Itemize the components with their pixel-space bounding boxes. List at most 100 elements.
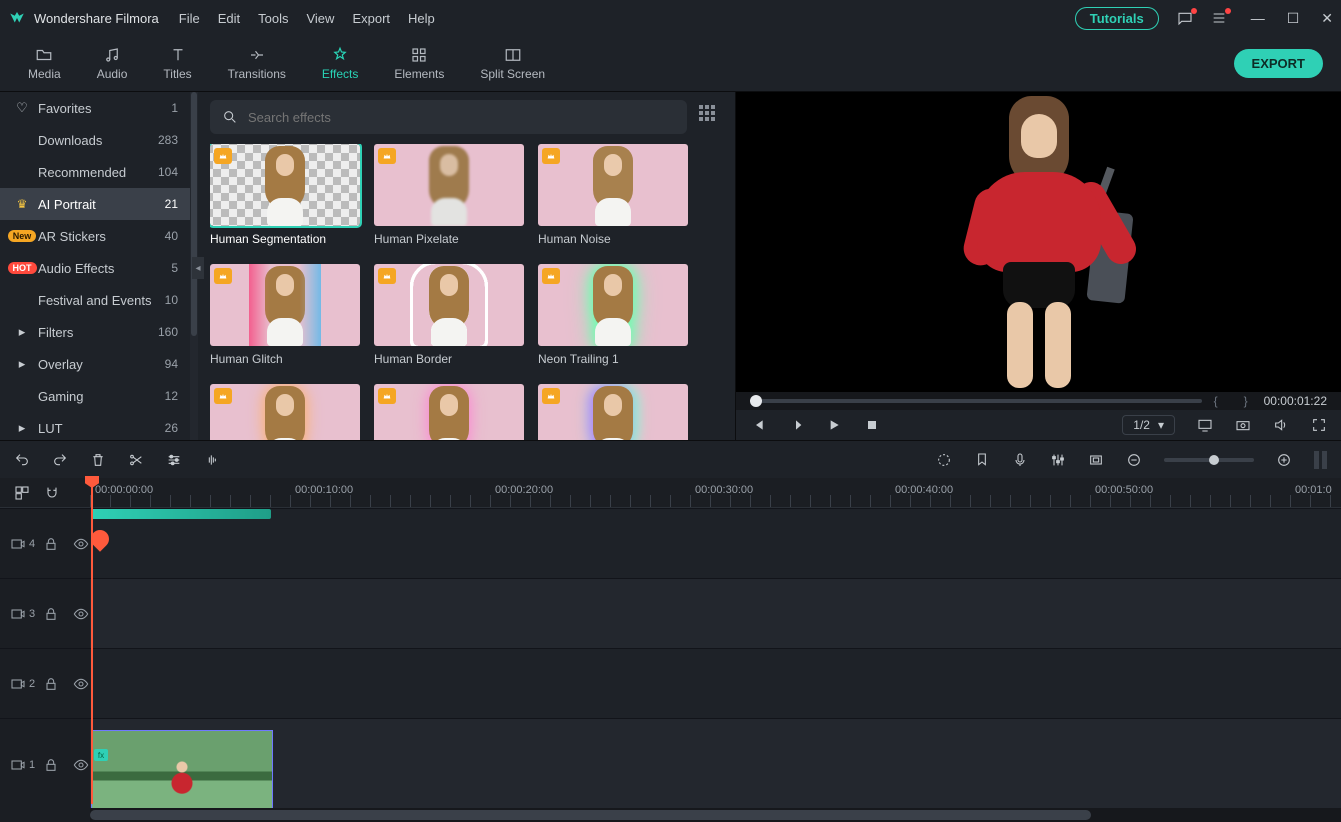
sidebar-collapse-handle[interactable]: ◂ [192, 257, 204, 279]
export-button[interactable]: EXPORT [1234, 49, 1323, 78]
track-lane-2[interactable] [90, 648, 1341, 718]
effect-card[interactable]: Human Pixelate [374, 144, 524, 246]
menu-tools[interactable]: Tools [258, 11, 288, 26]
eye-icon[interactable] [73, 676, 89, 692]
tab-elements[interactable]: Elements [376, 36, 462, 91]
eye-icon[interactable] [73, 606, 89, 622]
window-close-icon[interactable]: ✕ [1321, 10, 1333, 27]
effects-sidebar: ♡Favorites1 Downloads283 Recommended104 … [0, 92, 198, 440]
tab-elements-label: Elements [394, 67, 444, 81]
track-lane-3[interactable] [90, 578, 1341, 648]
sidebar-item-ai-portrait[interactable]: ♛AI Portrait21 [0, 188, 190, 220]
zoom-slider-handle[interactable] [1209, 455, 1219, 465]
effect-card[interactable]: Human Glitch [210, 264, 360, 366]
sidebar-item-favorites[interactable]: ♡Favorites1 [0, 92, 190, 124]
zoom-in-icon[interactable] [1276, 452, 1292, 468]
seek-track[interactable] [750, 399, 1202, 403]
edit-properties-icon[interactable] [166, 452, 182, 468]
lock-icon[interactable] [43, 676, 59, 692]
seek-handle[interactable] [750, 395, 762, 407]
menu-edit[interactable]: Edit [218, 11, 240, 26]
tab-media[interactable]: Media [10, 36, 79, 91]
marker-icon[interactable] [974, 452, 990, 468]
track-lane-4[interactable] [90, 508, 1341, 578]
fullscreen-icon[interactable] [1311, 417, 1327, 433]
chevron-down-icon: ▾ [1158, 418, 1164, 432]
window-minimize-icon[interactable]: — [1251, 10, 1265, 27]
preview-viewport[interactable] [736, 92, 1341, 392]
tab-effects[interactable]: Effects [304, 36, 376, 91]
eye-icon[interactable] [73, 536, 89, 552]
timeline-scrollbar[interactable] [90, 808, 1341, 822]
stop-button[interactable] [864, 417, 880, 433]
lock-icon[interactable] [43, 606, 59, 622]
crop-icon[interactable] [1088, 452, 1104, 468]
effect-card[interactable]: Human Segmentation [210, 144, 360, 246]
play-pause-button[interactable] [788, 417, 804, 433]
menu-export[interactable]: Export [352, 11, 390, 26]
render-preview-icon[interactable] [936, 452, 952, 468]
preview-quality-select[interactable]: 1/2▾ [1122, 415, 1175, 435]
tab-audio[interactable]: Audio [79, 36, 146, 91]
tab-transitions-label: Transitions [228, 67, 286, 81]
effect-card[interactable]: Human Border [374, 264, 524, 366]
prev-frame-button[interactable] [750, 417, 766, 433]
eye-icon[interactable] [73, 757, 89, 773]
premium-badge-icon [214, 268, 232, 284]
in-out-markers-icon[interactable]: { } [1214, 394, 1252, 408]
tab-transitions[interactable]: Transitions [210, 36, 304, 91]
menu-view[interactable]: View [306, 11, 334, 26]
volume-icon[interactable] [1273, 417, 1289, 433]
snapshot-icon[interactable] [1235, 417, 1251, 433]
tab-split-screen[interactable]: Split Screen [462, 36, 563, 91]
sidebar-item-ar-stickers[interactable]: NewAR Stickers40 [0, 220, 190, 252]
premium-badge-icon [542, 268, 560, 284]
premium-badge-icon [542, 388, 560, 404]
tutorials-button[interactable]: Tutorials [1075, 7, 1159, 30]
delete-icon[interactable] [90, 452, 106, 468]
redo-icon[interactable] [52, 452, 68, 468]
sidebar-item-lut[interactable]: ▸LUT26 [0, 412, 190, 440]
zoom-to-fit-icon[interactable] [1314, 451, 1327, 469]
sidebar-item-overlay[interactable]: ▸Overlay94 [0, 348, 190, 380]
search-box[interactable] [210, 100, 687, 134]
sidebar-item-festival[interactable]: Festival and Events10 [0, 284, 190, 316]
timeline-ruler[interactable]: 00:00:00:00 00:00:10:00 00:00:20:00 00:0… [0, 478, 1341, 508]
lock-icon[interactable] [43, 757, 59, 773]
sidebar-item-filters[interactable]: ▸Filters160 [0, 316, 190, 348]
applied-effect-clip[interactable] [91, 509, 271, 519]
menu-help[interactable]: Help [408, 11, 435, 26]
zoom-out-icon[interactable] [1126, 452, 1142, 468]
display-settings-icon[interactable] [1197, 417, 1213, 433]
record-voiceover-icon[interactable] [1012, 452, 1028, 468]
tasks-icon[interactable] [1211, 10, 1227, 26]
track-lane-1[interactable] [90, 718, 1341, 810]
effect-card[interactable]: Neon Trailing 1 [538, 264, 688, 366]
audio-mixer-icon[interactable] [1050, 452, 1066, 468]
effect-card[interactable]: Human Noise [538, 144, 688, 246]
menu-file[interactable]: File [179, 11, 200, 26]
premium-badge-icon [214, 148, 232, 164]
window-maximize-icon[interactable]: ☐ [1287, 10, 1300, 27]
effect-thumbnail [210, 144, 360, 226]
sidebar-item-audio-effects[interactable]: HOTAudio Effects5 [0, 252, 190, 284]
split-icon[interactable] [128, 452, 144, 468]
sidebar-item-gaming[interactable]: Gaming12 [0, 380, 190, 412]
effect-card[interactable] [374, 384, 524, 440]
grid-view-toggle-icon[interactable] [699, 105, 723, 129]
sidebar-item-recommended[interactable]: Recommended104 [0, 156, 190, 188]
play-button[interactable] [826, 417, 842, 433]
audio-edit-icon[interactable] [204, 452, 220, 468]
tab-titles[interactable]: Titles [145, 36, 209, 91]
sidebar-item-downloads[interactable]: Downloads283 [0, 124, 190, 156]
ruler-stamp: 00:00:00:00 [95, 484, 153, 496]
effect-card[interactable] [538, 384, 688, 440]
messages-icon[interactable] [1177, 10, 1193, 26]
zoom-slider[interactable] [1164, 458, 1254, 462]
playhead[interactable] [91, 478, 93, 804]
effect-card[interactable] [210, 384, 360, 440]
undo-icon[interactable] [14, 452, 30, 468]
lock-icon[interactable] [43, 536, 59, 552]
search-input[interactable] [248, 110, 675, 125]
premium-badge-icon [378, 148, 396, 164]
